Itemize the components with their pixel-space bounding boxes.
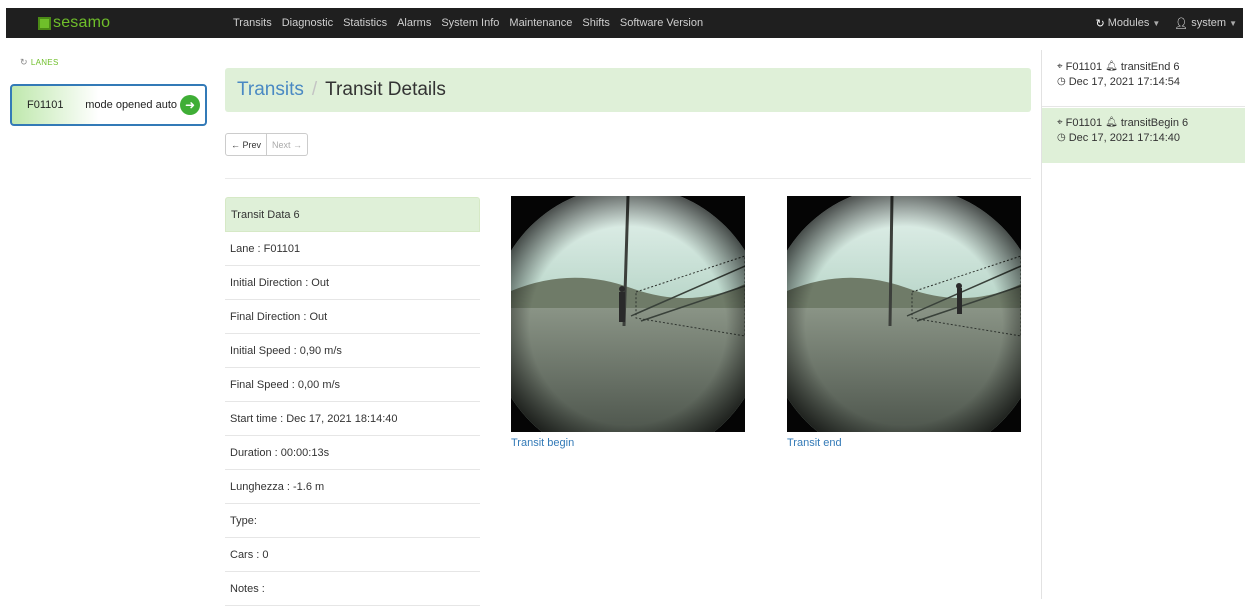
- user-label: system: [1191, 17, 1227, 29]
- divider: [225, 178, 1031, 179]
- map-marker-icon: ⌖: [1057, 61, 1063, 72]
- lane-card[interactable]: F01101 mode opened auto ➜: [10, 84, 207, 126]
- modules-dropdown[interactable]: ↻ Modules ▼: [1096, 17, 1161, 30]
- event-type: transitBegin 6: [1120, 116, 1189, 129]
- lane-id: F01101: [27, 99, 64, 111]
- list-item: Notes :: [225, 572, 480, 606]
- prev-button[interactable]: ← Prev: [225, 133, 268, 156]
- modules-icon: ↻: [1095, 17, 1105, 30]
- breadcrumb-separator: /: [311, 79, 318, 100]
- event-item[interactable]: ⌖ F01101 🔔︎ transitBegin 6 ◷ Dec 17, 202…: [1042, 108, 1245, 163]
- list-item: Start time : Dec 17, 2021 18:14:40: [225, 402, 480, 436]
- lane-mode: mode opened auto: [85, 99, 177, 111]
- page-title: Transit Details: [325, 79, 446, 100]
- event-type: transitEnd 6: [1120, 60, 1180, 73]
- list-item: Lane : F01101: [225, 232, 480, 266]
- event-lane: F01101: [1065, 116, 1103, 129]
- nav-software-version[interactable]: Software Version: [615, 17, 708, 29]
- list-item: Final Speed : 0,00 m/s: [225, 368, 480, 402]
- refresh-icon: ↻: [20, 57, 28, 67]
- transit-data-list: Transit Data 6 Lane : F01101 Initial Dir…: [225, 197, 480, 606]
- list-item: Type:: [225, 504, 480, 538]
- list-item: Initial Direction : Out: [225, 266, 480, 300]
- brand-logo[interactable]: sesamo: [38, 14, 228, 32]
- nav-system-info[interactable]: System Info: [436, 17, 504, 29]
- list-item: Final Direction : Out: [225, 300, 480, 334]
- nav-alarms[interactable]: Alarms: [392, 17, 436, 29]
- clock-icon: ◷: [1057, 76, 1066, 87]
- map-marker-icon: ⌖: [1057, 117, 1063, 128]
- modules-label: Modules: [1107, 17, 1150, 29]
- list-item: Cars : 0: [225, 538, 480, 572]
- lanes-heading-label: LANES: [30, 58, 59, 67]
- chevron-down-icon: ▼: [1229, 18, 1237, 28]
- breadcrumb-transits-link[interactable]: Transits: [237, 79, 304, 101]
- clock-icon: ◷: [1057, 132, 1066, 143]
- list-item: Initial Speed : 0,90 m/s: [225, 334, 480, 368]
- main-menu: Transits Diagnostic Statistics Alarms Sy…: [228, 17, 708, 29]
- next-button[interactable]: Next →: [267, 133, 309, 156]
- nav-statistics[interactable]: Statistics: [338, 17, 392, 29]
- pager: ← Prev Next →: [225, 133, 309, 156]
- nav-shifts[interactable]: Shifts: [577, 17, 615, 29]
- events-panel: ⌖ F01101 🔔︎ transitEnd 6 ◷ Dec 17, 2021 …: [1041, 50, 1245, 599]
- list-item: Lunghezza : -1.6 m: [225, 470, 480, 504]
- top-navbar: sesamo Transits Diagnostic Statistics Al…: [6, 8, 1243, 38]
- user-dropdown[interactable]: 👤︎ system ▼: [1174, 17, 1237, 30]
- nav-right: ↻ Modules ▼ 👤︎ system ▼: [1096, 17, 1237, 30]
- breadcrumb: Transits / Transit Details: [225, 68, 1031, 112]
- arrow-right-circle-icon: ➜: [180, 95, 200, 115]
- transit-begin-caption[interactable]: Transit begin: [511, 437, 574, 449]
- transit-begin-image[interactable]: [511, 196, 745, 432]
- bell-icon: 🔔︎: [1105, 61, 1118, 72]
- lanes-heading: ↻ LANES: [20, 57, 209, 68]
- lanes-sidebar: ↻ LANES F01101 mode opened auto ➜: [0, 52, 209, 599]
- brand-name: sesamo: [53, 14, 111, 31]
- transit-data-heading: Transit Data 6: [225, 197, 480, 232]
- event-time: Dec 17, 2021 17:14:40: [1068, 131, 1181, 144]
- transit-end-caption[interactable]: Transit end: [787, 437, 842, 449]
- event-lane: F01101: [1065, 60, 1103, 73]
- event-time: Dec 17, 2021 17:14:54: [1068, 75, 1181, 88]
- square-logo-icon: [38, 16, 51, 30]
- chevron-down-icon: ▼: [1152, 18, 1161, 28]
- transit-end-image[interactable]: [787, 196, 1021, 432]
- nav-maintenance[interactable]: Maintenance: [504, 17, 577, 29]
- user-icon: 👤︎: [1174, 17, 1189, 30]
- nav-transits[interactable]: Transits: [228, 17, 277, 29]
- list-item: Duration : 00:00:13s: [225, 436, 480, 470]
- event-item[interactable]: ⌖ F01101 🔔︎ transitEnd 6 ◷ Dec 17, 2021 …: [1042, 52, 1245, 107]
- bell-icon: 🔔︎: [1105, 117, 1118, 128]
- nav-diagnostic[interactable]: Diagnostic: [277, 17, 338, 29]
